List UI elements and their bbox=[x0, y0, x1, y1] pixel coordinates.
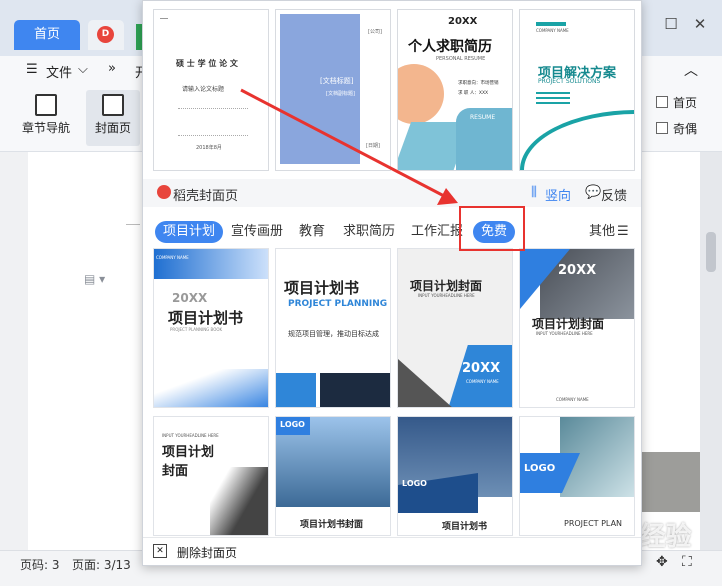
annotation-highlight-box bbox=[459, 206, 525, 251]
annotation-arrow-line bbox=[240, 88, 447, 199]
annotation-arrow-head bbox=[437, 188, 458, 205]
annotation-overlay bbox=[240, 88, 525, 251]
